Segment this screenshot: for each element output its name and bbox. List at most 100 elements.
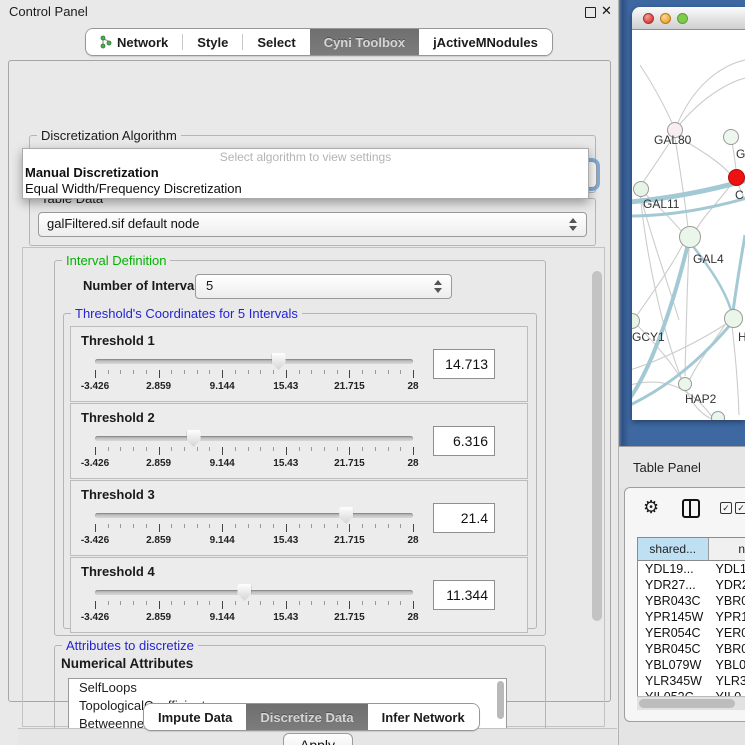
table-cell[interactable]: YDL19... [638,561,709,577]
tab-cyni-toolbox[interactable]: Cyni Toolbox [310,29,419,55]
network-node[interactable] [724,309,743,328]
tick-label: -3.426 [81,535,109,546]
table-cell[interactable]: YBR0 [709,593,745,609]
node-label: H [738,330,745,344]
table-row[interactable]: YLR345W YLR3 [638,673,745,689]
float-window-icon[interactable] [585,7,596,18]
slider-handle[interactable] [187,430,201,447]
threshold-3-slider[interactable]: -3.426 2.859 9.144 15.43 21.715 28 [95,507,413,553]
threshold-4-value-field[interactable]: 11.344 [433,580,495,610]
tab-impute-data[interactable]: Impute Data [144,704,246,730]
network-node[interactable] [632,313,640,329]
threshold-3-panel: Threshold 3 -3.426 2.859 9.144 15.43 21.… [70,480,528,556]
table-cell[interactable]: YDR27... [638,577,709,593]
cyni-bottom-tabbar: Impute Data Discretize Data Infer Networ… [143,703,480,731]
table-cell[interactable]: YBL0 [709,657,745,673]
screen: Control Panel ✕ Network Style Select Cyn… [0,0,745,745]
threshold-4-panel: Threshold 4 -3.426 2.859 9.144 15.43 21.… [70,557,528,633]
table-header-row: shared... n... [638,538,745,561]
tick-label: 15.43 [273,612,298,623]
threshold-2-value-field[interactable]: 6.316 [433,426,495,456]
network-node[interactable] [633,181,649,197]
apply-button[interactable]: Apply [283,733,353,745]
number-of-intervals-spinner[interactable]: 5 [195,274,452,299]
node-label: GA [736,147,745,161]
close-icon[interactable]: ✕ [601,3,612,19]
checkbox-icon[interactable] [735,502,745,514]
table-row[interactable]: YDR27... YDR2 [638,577,745,593]
threshold-1-value-field[interactable]: 14.713 [433,349,495,379]
algorithm-item-manual[interactable]: Manual Discretization [23,165,588,181]
table-row[interactable]: YBR043C YBR0 [638,593,745,609]
tab-jactivemnodules[interactable]: jActiveMNodules [419,29,552,55]
table-cell[interactable]: YDR2 [709,577,745,593]
table-row[interactable]: YBR045C YBR0 [638,641,745,657]
tab-select[interactable]: Select [243,29,309,55]
table-cell[interactable]: YER054C [638,625,709,641]
tab-discretize-data[interactable]: Discretize Data [246,704,367,730]
tab-network[interactable]: Network [86,29,182,55]
network-node[interactable] [723,129,739,145]
table-cell[interactable]: YBR0 [709,641,745,657]
network-node[interactable] [678,377,692,391]
network-window: GAL80 GA C GAL11 GAL4 GCY1 H HAP2 [632,7,745,420]
table-cell[interactable]: YBL079W [638,657,709,673]
node-label: C [735,188,744,202]
tab-network-label: Network [117,35,168,50]
threshold-1-slider[interactable]: -3.426 2.859 9.144 15.43 21.715 28 [95,353,413,399]
column-header-shared[interactable]: shared... [638,538,709,561]
columns-icon[interactable] [682,499,700,518]
tab-style[interactable]: Style [183,29,242,55]
table-cell[interactable]: YBR045C [638,641,709,657]
tab-infer-network[interactable]: Infer Network [368,704,479,730]
algorithm-dropdown-popup: Select algorithm to view settings Manual… [22,148,589,199]
threshold-2-slider[interactable]: -3.426 2.859 9.144 15.43 21.715 28 [95,430,413,476]
column-header-name[interactable]: n... [709,538,745,561]
tick-label: 2.859 [146,612,171,623]
table-cell[interactable]: YPR1 [709,609,745,625]
list-item[interactable]: SelfLoops [69,679,506,697]
network-node[interactable] [679,226,701,248]
slider-track [95,513,413,518]
network-node-red[interactable] [728,169,745,186]
horizontal-scrollbar[interactable] [637,696,745,710]
minimize-traffic-light-icon[interactable] [660,13,671,24]
gear-icon[interactable]: ⚙ [643,497,659,517]
tick-label: 15.43 [273,535,298,546]
table-row[interactable]: YER054C YER0 [638,625,745,641]
close-traffic-light-icon[interactable] [643,13,654,24]
table-cell[interactable]: YBR043C [638,593,709,609]
table-cell[interactable]: YPR145W [638,609,709,625]
zoom-traffic-light-icon[interactable] [677,13,688,24]
checkbox-icon[interactable] [720,502,732,514]
algorithm-item-equal-width[interactable]: Equal Width/Frequency Discretization [23,181,588,197]
slider-handle[interactable] [237,584,251,601]
list-scrollbar[interactable] [497,681,504,719]
slider-handle[interactable] [339,507,353,524]
table-cell[interactable]: YLR3 [709,673,745,689]
table-cell[interactable]: YER0 [709,625,745,641]
network-node[interactable] [711,411,725,420]
scrollbar-thumb[interactable] [639,699,735,708]
threshold-3-label: Threshold 3 [81,487,155,502]
table-panel-title: Table Panel [633,460,701,475]
slider-handle[interactable] [272,353,286,370]
table-data-combobox[interactable]: galFiltered.sif default node [38,212,587,237]
table-row[interactable]: YBL079W YBL0 [638,657,745,673]
network-view[interactable]: GAL80 GA C GAL11 GAL4 GCY1 H HAP2 [632,30,745,420]
tab-select-label: Select [257,35,295,50]
algorithm-hint-item[interactable]: Select algorithm to view settings [23,149,588,165]
tick-label: 15.43 [273,381,298,392]
table-row[interactable]: YDL19... YDL1 [638,561,745,577]
table-row[interactable]: YPR145W YPR1 [638,609,745,625]
threshold-3-value-field[interactable]: 21.4 [433,503,495,533]
network-window-titlebar[interactable] [632,7,745,30]
threshold-4-slider[interactable]: -3.426 2.859 9.144 15.43 21.715 28 [95,584,413,630]
table-cell[interactable]: YLR345W [638,673,709,689]
node-label: HAP2 [685,392,716,406]
vertical-scrollbar[interactable] [592,271,602,621]
network-icon [100,35,112,49]
threshold-2-panel: Threshold 2 -3.426 2.859 9.144 15.43 21.… [70,403,528,479]
tab-jactivemnodules-label: jActiveMNodules [433,35,538,50]
table-cell[interactable]: YDL1 [709,561,745,577]
